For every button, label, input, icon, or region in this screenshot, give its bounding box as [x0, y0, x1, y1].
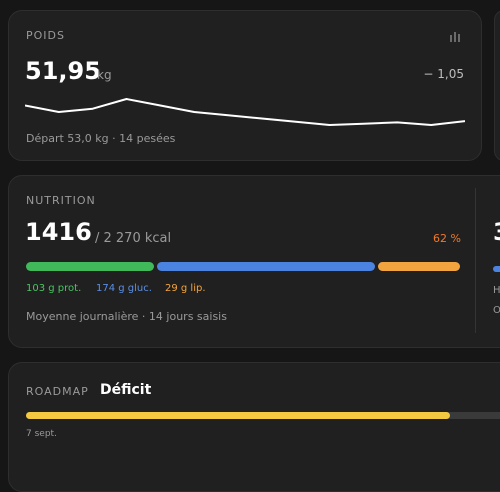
- nutrition-value: 1416: [25, 218, 92, 246]
- nutrition-divider: [475, 188, 476, 333]
- sparkline-path: [25, 98, 465, 126]
- roadmap-progress-fill: [26, 412, 450, 419]
- macro-bar: [26, 262, 460, 271]
- macro-glucides-label: 174 g gluc.: [96, 283, 152, 294]
- roadmap-date: 7 sept.: [26, 429, 57, 439]
- poids-unit: kg: [97, 68, 112, 82]
- macro-bar-protein: [26, 262, 154, 271]
- roadmap-progress-track: [26, 412, 500, 419]
- next-card-edge[interactable]: [494, 10, 500, 161]
- poids-card[interactable]: POIDS 51,95 kg − 1,05 Départ 53,0 kg · 1…: [8, 10, 482, 161]
- side-panel-value: 3: [493, 218, 500, 246]
- nutrition-target: / 2 270 kcal: [95, 231, 172, 246]
- poids-sparkline: [25, 98, 465, 126]
- macro-bar-glucides: [157, 262, 375, 271]
- nutrition-percent: 62 %: [433, 232, 461, 245]
- poids-value: 51,95: [25, 57, 101, 85]
- macro-lipides-label: 29 g lip.: [165, 283, 206, 294]
- side-panel-line-1: H: [493, 285, 500, 296]
- nutrition-footer: Moyenne journalière · 14 jours saisis: [26, 310, 227, 323]
- side-panel-line-2: O: [493, 305, 500, 316]
- roadmap-subtitle: Déficit: [100, 382, 152, 398]
- poids-delta: − 1,05: [423, 67, 464, 81]
- nutrition-card[interactable]: NUTRITION 1416 / 2 270 kcal 62 % 103 g p…: [8, 175, 500, 348]
- macro-protein-label: 103 g prot.: [26, 283, 82, 294]
- nutrition-title: NUTRITION: [26, 194, 96, 207]
- poids-footer: Départ 53,0 kg · 14 pesées: [26, 132, 176, 145]
- roadmap-title: ROADMAP: [26, 385, 89, 398]
- macro-bar-lipides: [378, 262, 460, 271]
- poids-title: POIDS: [26, 29, 65, 42]
- bar-chart-icon[interactable]: [449, 31, 463, 42]
- side-panel-bar: [493, 266, 500, 272]
